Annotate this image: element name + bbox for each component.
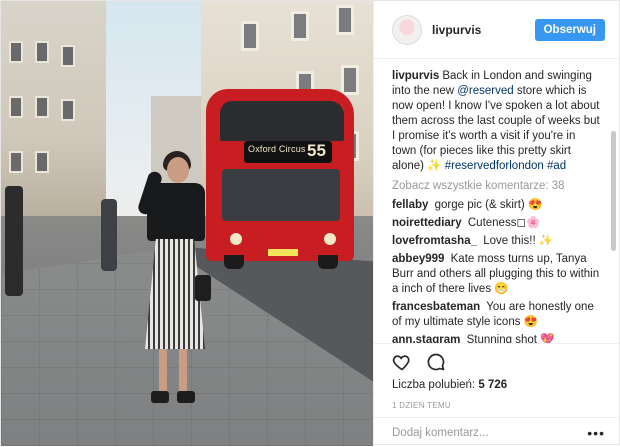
pedestrian [5, 186, 23, 296]
red-double-decker-bus: Oxford Circus 55 [206, 83, 354, 269]
comment-text: Cuteness◻🌸 [467, 217, 541, 229]
comment-username[interactable]: francesbateman [392, 301, 480, 313]
add-comment-bar: ••• [374, 417, 619, 447]
likes-number: 5 726 [478, 379, 508, 391]
bus-number: 55 [307, 141, 326, 160]
post-side-panel: livpurvis Obserwuj livpurvis Back in Lond… [373, 1, 619, 446]
comment: lovefromtasha_ Love this!! ✨ [392, 234, 601, 249]
comment: noirettediary Cuteness◻🌸 [392, 216, 601, 231]
more-options-icon[interactable]: ••• [587, 425, 605, 441]
follow-button[interactable]: Obserwuj [534, 18, 605, 41]
comment-username[interactable]: lovefromtasha_ [392, 235, 477, 247]
pedestrian [101, 199, 117, 271]
comment-username[interactable]: fellaby [392, 199, 428, 211]
post-photo[interactable]: Oxford Circus 55 [1, 1, 373, 446]
comment: francesbateman You are honestly one of m… [392, 300, 601, 330]
comment-text: Love this!! ✨ [483, 235, 554, 247]
heart-icon[interactable] [392, 352, 412, 372]
avatar[interactable] [392, 14, 422, 45]
caption-text: store which is now open! I know I've spo… [392, 85, 600, 172]
bus-route-sign: Oxford Circus [248, 144, 306, 154]
comment-text: Stunning shot 💖 [466, 334, 555, 343]
comment: fellaby gorge pic (& skirt) 😍 [392, 198, 601, 213]
comment: abbey999 Kate moss turns up, Tanya Burr … [392, 252, 601, 297]
likes-count[interactable]: Liczba polubień: 5 726 [374, 379, 619, 397]
comment: ann.stagram Stunning shot 💖 [392, 333, 601, 343]
view-all-comments-link[interactable]: Zobacz wszystkie komentarze: 38 [392, 180, 601, 192]
instagram-post: Oxford Circus 55 livpurvis Obserwuj livp… [0, 0, 620, 446]
woman-figure [129, 151, 217, 421]
post-header: livpurvis Obserwuj [374, 1, 619, 59]
post-caption: livpurvis Back in London and swinging int… [392, 69, 601, 174]
mention-link[interactable]: @reserved [457, 85, 513, 97]
post-timestamp: 1 DZIEŃ TEMU [392, 401, 452, 410]
comments-section[interactable]: livpurvis Back in London and swinging int… [374, 59, 619, 343]
comment-username[interactable]: abbey999 [392, 253, 444, 265]
caption-username[interactable]: livpurvis [392, 70, 439, 82]
hashtag-link[interactable]: #ad [547, 160, 566, 172]
comment-input[interactable] [392, 426, 588, 439]
comment-username[interactable]: noirettediary [392, 217, 462, 229]
author-username[interactable]: livpurvis [432, 23, 535, 37]
comments-scrollbar[interactable] [611, 131, 616, 251]
post-actions [374, 343, 619, 379]
comment-icon[interactable] [426, 352, 446, 372]
likes-label: Liczba polubień: [392, 379, 476, 391]
comment-username[interactable]: ann.stagram [392, 334, 460, 343]
comment-text: gorge pic (& skirt) 😍 [434, 199, 543, 211]
hashtag-link[interactable]: #reservedforlondon [445, 160, 544, 172]
